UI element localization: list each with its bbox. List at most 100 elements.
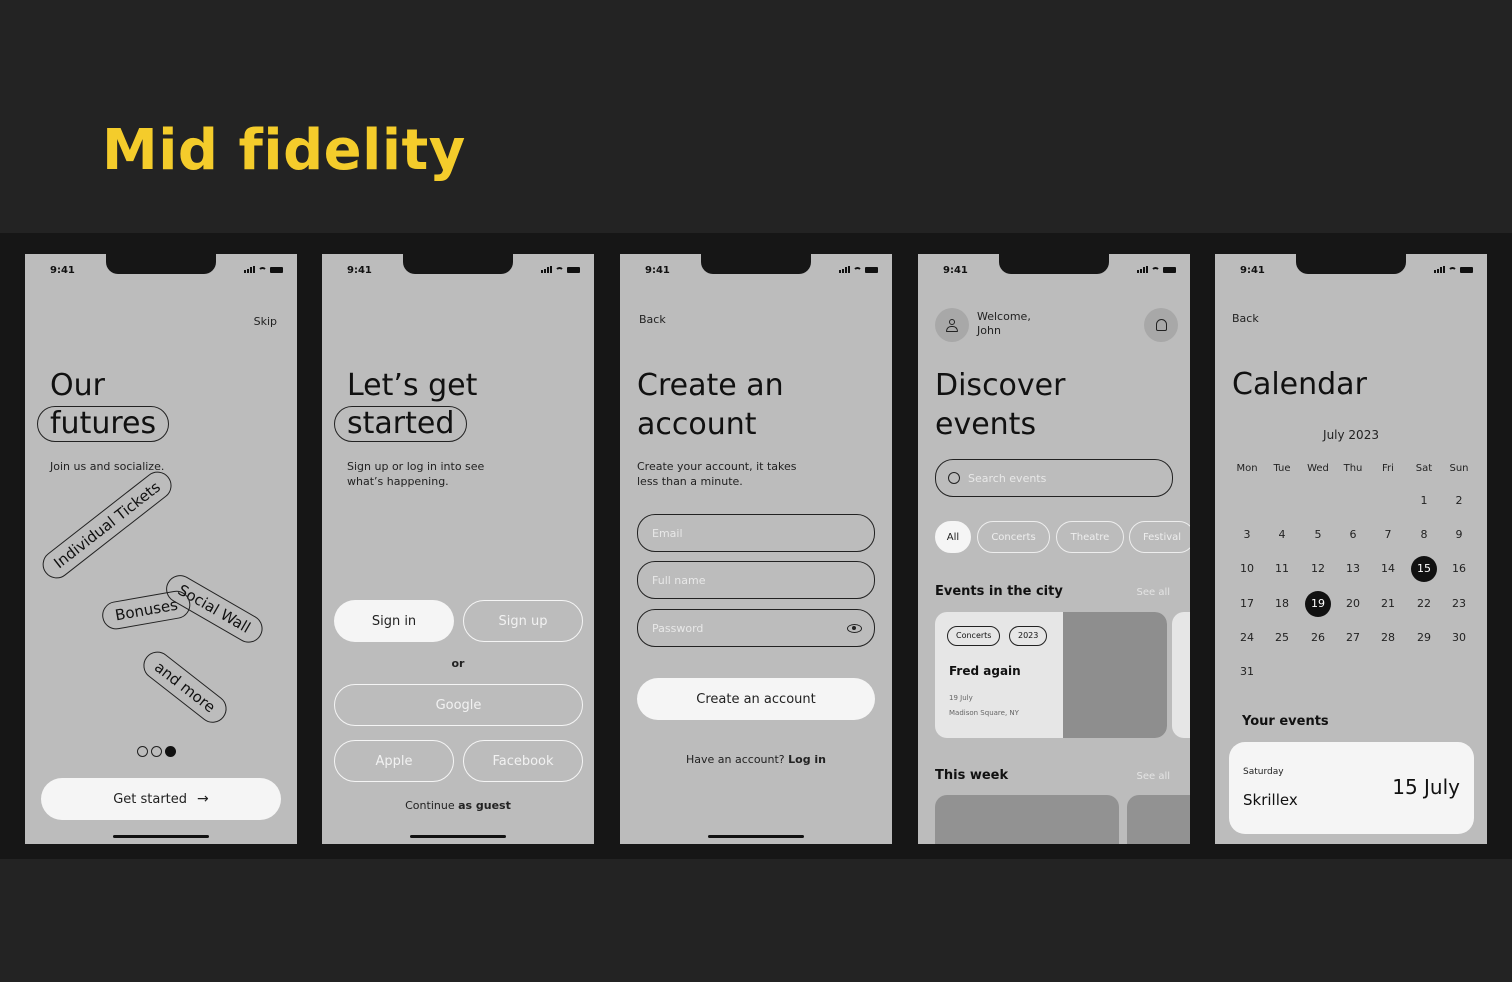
calendar-day[interactable]: 20 bbox=[1338, 597, 1368, 610]
eye-icon[interactable] bbox=[847, 623, 862, 633]
calendar-title: Calendar bbox=[1232, 367, 1367, 402]
your-events-title: Your events bbox=[1242, 714, 1329, 729]
calendar-day[interactable]: 7 bbox=[1373, 528, 1403, 541]
calendar-day[interactable]: 14 bbox=[1373, 562, 1403, 575]
calendar-day[interactable]: 2 bbox=[1444, 494, 1474, 507]
sign-in-button[interactable]: Sign in bbox=[334, 600, 454, 642]
calendar-day[interactable]: 18 bbox=[1267, 597, 1297, 610]
page-indicator[interactable] bbox=[137, 746, 176, 757]
battery-icon bbox=[1163, 267, 1176, 273]
discover-title-line1: Discover bbox=[935, 368, 1066, 403]
email-field[interactable]: Email bbox=[637, 514, 875, 552]
google-button[interactable]: Google bbox=[334, 684, 583, 726]
password-field[interactable]: Password bbox=[637, 609, 875, 647]
arrow-right-icon: → bbox=[197, 791, 209, 807]
calendar-day[interactable]: 24 bbox=[1232, 631, 1262, 644]
week-card[interactable] bbox=[1127, 795, 1190, 844]
calendar-day[interactable]: 16 bbox=[1444, 562, 1474, 575]
calendar-month[interactable]: July 2023 bbox=[1215, 428, 1487, 442]
login-prompt: Have an account? Log in bbox=[620, 752, 892, 767]
calendar-day-highlighted[interactable]: 19 bbox=[1305, 590, 1331, 617]
signal-icon bbox=[1434, 266, 1445, 273]
section-week-title: This week bbox=[935, 768, 1009, 783]
calendar-day-highlighted[interactable]: 15 bbox=[1411, 556, 1437, 583]
status-time: 9:41 bbox=[645, 265, 670, 276]
calendar-day[interactable]: 23 bbox=[1444, 597, 1474, 610]
signal-icon bbox=[541, 266, 552, 273]
chip-concerts[interactable]: Concerts bbox=[977, 521, 1050, 553]
status-time: 9:41 bbox=[50, 265, 75, 276]
calendar-day[interactable]: 30 bbox=[1444, 631, 1474, 644]
notch bbox=[106, 254, 216, 274]
apple-button[interactable]: Apple bbox=[334, 740, 454, 782]
back-link[interactable]: Back bbox=[1232, 311, 1259, 326]
login-link[interactable]: Log in bbox=[788, 753, 826, 766]
chip-theatre[interactable]: Theatre bbox=[1056, 521, 1124, 553]
calendar-day[interactable]: 4 bbox=[1267, 528, 1297, 541]
calendar-day[interactable]: 17 bbox=[1232, 597, 1262, 610]
weekday-label: Sat bbox=[1415, 463, 1433, 474]
back-link[interactable]: Back bbox=[639, 312, 666, 327]
calendar-day[interactable]: 10 bbox=[1232, 562, 1262, 575]
week-card[interactable] bbox=[935, 795, 1119, 844]
bell-icon bbox=[1155, 319, 1167, 331]
phone-create-account: 9:41 Back Create an account Create your … bbox=[620, 254, 892, 844]
onboarding-title-line2: futures bbox=[37, 406, 170, 442]
search-input[interactable]: Search events bbox=[935, 459, 1173, 497]
search-icon bbox=[948, 472, 960, 484]
get-started-title-line1: Let’s get bbox=[347, 368, 478, 403]
see-all-week-link[interactable]: See all bbox=[1136, 771, 1170, 782]
event-date: 19 July bbox=[949, 694, 973, 702]
event-card[interactable]: Concerts 2023 Fred again 19 July Madison… bbox=[935, 612, 1167, 738]
calendar-day[interactable]: 26 bbox=[1303, 631, 1333, 644]
calendar-day[interactable]: 6 bbox=[1338, 528, 1368, 541]
chip-festival[interactable]: Festival bbox=[1129, 521, 1190, 553]
skip-link[interactable]: Skip bbox=[254, 314, 277, 329]
weekday-label: Sun bbox=[1449, 463, 1469, 474]
calendar-day[interactable]: 25 bbox=[1267, 631, 1297, 644]
status-icons bbox=[1434, 266, 1473, 273]
calendar-day[interactable]: 3 bbox=[1232, 528, 1262, 541]
weekday-label: Thu bbox=[1343, 463, 1363, 474]
calendar-day[interactable]: 27 bbox=[1338, 631, 1368, 644]
calendar-event-card[interactable]: Saturday Skrillex 15 July bbox=[1229, 742, 1474, 834]
calendar-day[interactable]: 29 bbox=[1409, 631, 1439, 644]
calendar-day[interactable]: 5 bbox=[1303, 528, 1333, 541]
calendar-day[interactable]: 11 bbox=[1267, 562, 1297, 575]
see-all-link[interactable]: See all bbox=[1136, 587, 1170, 598]
get-started-button[interactable]: Get started → bbox=[41, 778, 281, 820]
avatar[interactable] bbox=[935, 308, 969, 342]
event-card-partial[interactable] bbox=[1172, 612, 1190, 738]
get-started-title-line2: started bbox=[334, 406, 468, 442]
wifi-icon bbox=[853, 267, 862, 273]
page-dot[interactable] bbox=[137, 746, 148, 757]
calendar-day[interactable]: 21 bbox=[1373, 597, 1403, 610]
create-account-button[interactable]: Create an account bbox=[637, 678, 875, 720]
calendar-day[interactable]: 22 bbox=[1409, 597, 1439, 610]
calendar-day[interactable]: 8 bbox=[1409, 528, 1439, 541]
calendar-day[interactable]: 13 bbox=[1338, 562, 1368, 575]
status-time: 9:41 bbox=[347, 265, 372, 276]
page-dot[interactable] bbox=[151, 746, 162, 757]
sign-up-button[interactable]: Sign up bbox=[463, 600, 583, 642]
phone-calendar: 9:41 Back Calendar July 2023 Mon Tue Wed Th… bbox=[1215, 254, 1487, 844]
calendar-day[interactable]: 1 bbox=[1409, 494, 1439, 507]
continue-as-guest-link[interactable]: Continue as guest bbox=[322, 798, 594, 813]
page-dot-active[interactable] bbox=[165, 746, 176, 757]
continue-prefix: Continue bbox=[405, 799, 455, 812]
calendar-day[interactable]: 31 bbox=[1232, 665, 1262, 678]
full-name-field[interactable]: Full name bbox=[637, 561, 875, 599]
chip-all[interactable]: All bbox=[935, 521, 971, 553]
wifi-icon bbox=[1448, 267, 1457, 273]
section-city-title: Events in the city bbox=[935, 584, 1063, 599]
calendar-day[interactable]: 12 bbox=[1303, 562, 1333, 575]
calendar-day[interactable]: 9 bbox=[1444, 528, 1474, 541]
facebook-button[interactable]: Facebook bbox=[463, 740, 583, 782]
notifications-button[interactable] bbox=[1144, 308, 1178, 342]
welcome-label: Welcome, bbox=[977, 310, 1031, 323]
event-date: 15 July bbox=[1392, 775, 1460, 799]
get-started-subtitle: Sign up or log in into see what’s happen… bbox=[347, 460, 485, 488]
status-icons bbox=[244, 266, 283, 273]
calendar-day[interactable]: 28 bbox=[1373, 631, 1403, 644]
event-tag: 2023 bbox=[1009, 626, 1048, 646]
